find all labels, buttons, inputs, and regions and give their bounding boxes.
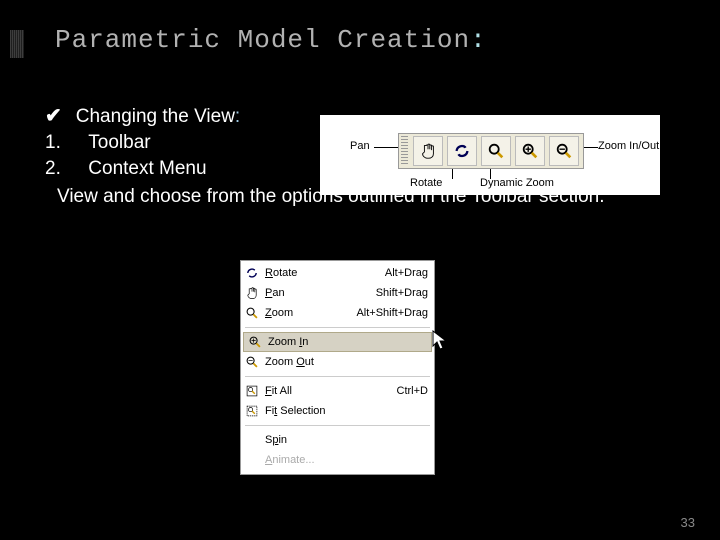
menu-separator bbox=[245, 376, 430, 377]
menu-label: Zoom Out bbox=[265, 356, 428, 368]
menu-item-fit-all[interactable]: Fit All Ctrl+D bbox=[241, 381, 434, 401]
cursor-icon bbox=[432, 330, 448, 352]
rotate-button[interactable] bbox=[447, 136, 477, 166]
checkmark-icon: ✔ bbox=[45, 103, 62, 128]
zoom-out-button[interactable] bbox=[549, 136, 579, 166]
menu-item-fit-selection[interactable]: Fit Selection bbox=[241, 401, 434, 421]
toolbar-figure: Pan Zoom In/Out Rotate Dynamic Zoom bbox=[320, 115, 660, 195]
menu-item-rotate[interactable]: Rotate Alt+Drag bbox=[241, 263, 434, 283]
label-pan: Pan bbox=[350, 140, 370, 152]
menu-label: Spin bbox=[265, 434, 428, 446]
page-number: 33 bbox=[681, 515, 695, 530]
label-rotate: Rotate bbox=[410, 177, 442, 189]
magnifier-plus-icon bbox=[521, 142, 539, 160]
label-zoominout: Zoom In/Out bbox=[598, 140, 659, 152]
list-label-2: Context Menu bbox=[88, 158, 206, 179]
magnifier-icon bbox=[243, 305, 261, 321]
zoom-button[interactable] bbox=[481, 136, 511, 166]
menu-item-pan[interactable]: Pan Shift+Drag bbox=[241, 283, 434, 303]
menu-separator bbox=[245, 425, 430, 426]
menu-shortcut: Shift+Drag bbox=[376, 287, 428, 299]
fit-all-icon bbox=[243, 383, 261, 399]
list-num-2: 2. bbox=[45, 158, 69, 180]
leader-line bbox=[490, 169, 491, 179]
list-num-1: 1. bbox=[45, 132, 69, 154]
context-menu: Rotate Alt+Drag Pan Shift+Drag Zoom Alt+… bbox=[240, 260, 435, 475]
menu-shortcut: Ctrl+D bbox=[397, 385, 428, 397]
menu-item-zoom-out[interactable]: Zoom Out bbox=[241, 352, 434, 372]
hand-icon bbox=[419, 142, 437, 160]
toolbar-strip bbox=[398, 133, 584, 169]
pan-button[interactable] bbox=[413, 136, 443, 166]
menu-label: Fit All bbox=[265, 385, 397, 397]
magnifier-minus-icon bbox=[243, 354, 261, 370]
menu-shortcut: Alt+Drag bbox=[385, 267, 428, 279]
menu-item-spin[interactable]: Spin bbox=[241, 430, 434, 450]
slide-binding-decoration bbox=[10, 30, 24, 58]
rotate-icon bbox=[243, 265, 261, 281]
menu-separator bbox=[245, 327, 430, 328]
magnifier-minus-icon bbox=[555, 142, 573, 160]
hand-icon bbox=[243, 285, 261, 301]
magnifier-plus-icon bbox=[246, 334, 264, 350]
fit-selection-icon bbox=[243, 403, 261, 419]
menu-item-animate: Animate... bbox=[241, 450, 434, 470]
leader-line bbox=[452, 169, 453, 179]
title-colon: : bbox=[470, 25, 487, 55]
bullet-colon: : bbox=[235, 106, 240, 128]
slide-title: Parametric Model Creation: bbox=[0, 0, 720, 55]
menu-label: Fit Selection bbox=[265, 405, 428, 417]
menu-item-zoom-in[interactable]: Zoom In bbox=[243, 332, 432, 352]
menu-label: Zoom bbox=[265, 307, 356, 319]
list-label-1: Toolbar bbox=[88, 132, 150, 153]
zoom-in-button[interactable] bbox=[515, 136, 545, 166]
menu-shortcut: Alt+Shift+Drag bbox=[356, 307, 428, 319]
menu-label: Zoom In bbox=[268, 336, 425, 348]
magnifier-icon bbox=[487, 142, 505, 160]
title-text: Parametric Model Creation bbox=[55, 25, 470, 55]
rotate-icon bbox=[453, 142, 471, 160]
label-dynzoom: Dynamic Zoom bbox=[480, 177, 554, 189]
bullet-label: Changing the View bbox=[76, 106, 235, 128]
menu-label: Animate... bbox=[265, 454, 428, 466]
menu-item-zoom[interactable]: Zoom Alt+Shift+Drag bbox=[241, 303, 434, 323]
menu-label: Rotate bbox=[265, 267, 385, 279]
toolbar-grip bbox=[401, 136, 408, 166]
menu-label: Pan bbox=[265, 287, 376, 299]
